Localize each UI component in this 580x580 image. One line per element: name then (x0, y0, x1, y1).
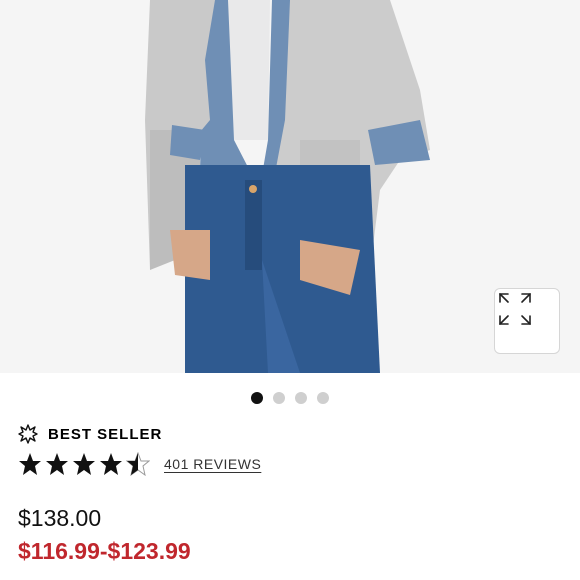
product-photo-illustration (0, 0, 580, 373)
expand-arrows-icon (499, 293, 531, 325)
starburst-icon (18, 424, 38, 444)
carousel-dot[interactable] (251, 392, 263, 404)
expand-image-button[interactable] (494, 288, 560, 354)
rating-row: 401 REVIEWS (18, 452, 261, 476)
carousel-dot[interactable] (273, 392, 285, 404)
carousel-dot[interactable] (317, 392, 329, 404)
star-full-icon (73, 453, 95, 475)
product-image[interactable] (0, 0, 580, 373)
original-price: $138.00 (18, 505, 102, 531)
carousel-dots (0, 392, 580, 404)
star-full-icon (100, 453, 122, 475)
reviews-link[interactable]: 401 REVIEWS (164, 456, 261, 472)
star-full-icon (19, 453, 41, 475)
star-rating (18, 452, 150, 476)
badge-label: BEST SELLER (48, 425, 163, 443)
sale-price: $116.99-$123.99 (18, 538, 191, 564)
carousel-dot[interactable] (295, 392, 307, 404)
best-seller-badge: BEST SELLER (18, 424, 162, 444)
star-half-icon (126, 452, 150, 476)
star-full-icon (46, 453, 68, 475)
